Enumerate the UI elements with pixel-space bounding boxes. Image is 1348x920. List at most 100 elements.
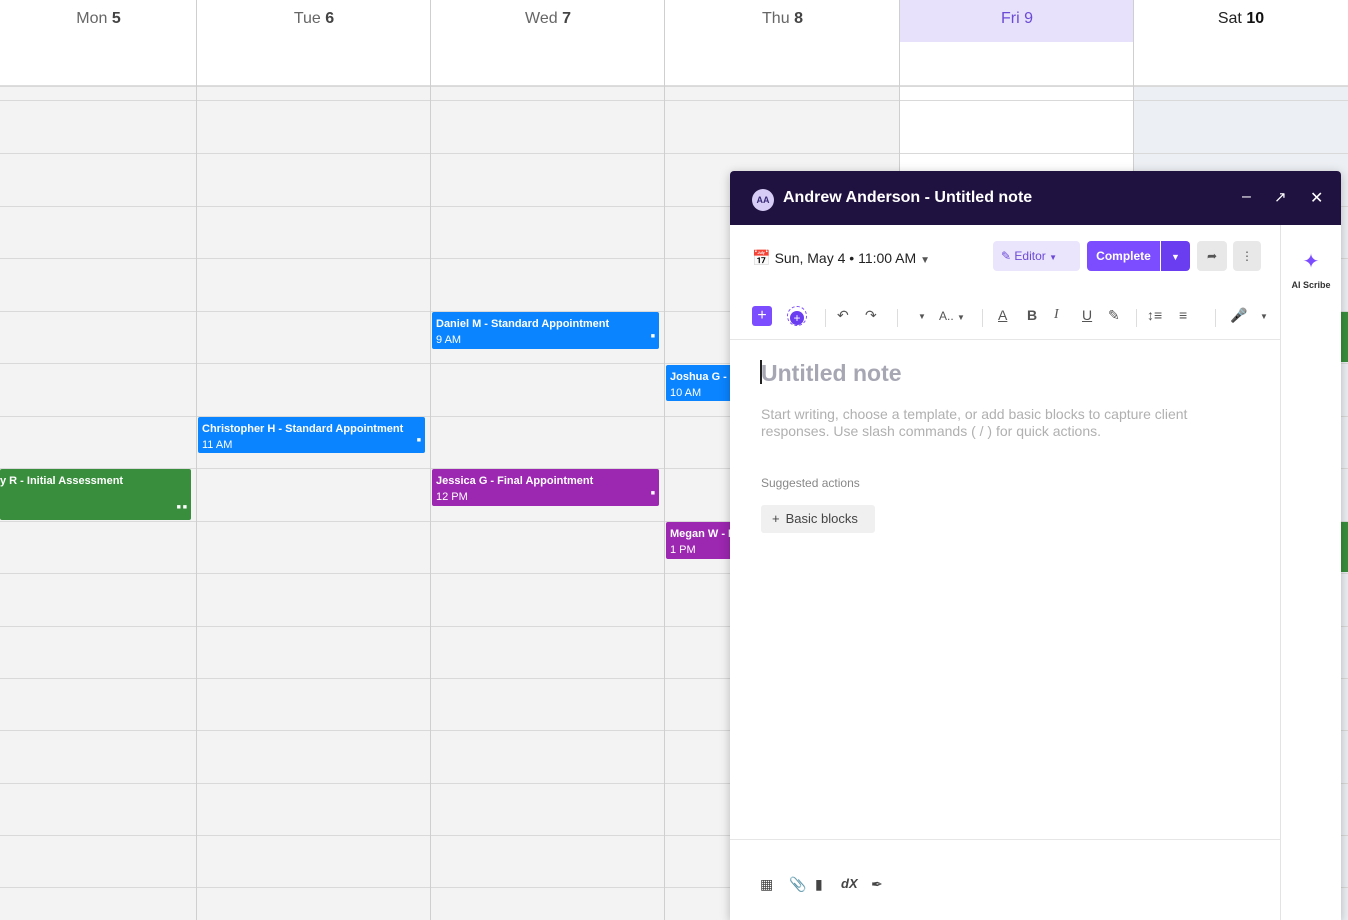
event-title: Joshua G - bbox=[670, 371, 727, 383]
toolbar-divider bbox=[897, 309, 898, 327]
microphone-icon[interactable]: 🎤 bbox=[1230, 307, 1247, 324]
event-time: 12 PM bbox=[436, 491, 468, 503]
day-header-thu[interactable]: Thu 8 bbox=[665, 0, 900, 86]
chevron-down-icon[interactable]: ▼ bbox=[1260, 312, 1268, 321]
event-title: y R - Initial Assessment bbox=[0, 475, 124, 487]
chevron-down-icon: ▼ bbox=[1049, 253, 1058, 262]
event-title: Daniel M - Standard Appointment bbox=[436, 318, 610, 330]
more-options-button[interactable]: ⋮ bbox=[1233, 241, 1261, 271]
suggested-actions-label: Suggested actions bbox=[761, 476, 860, 490]
calendar-icon: 📅 bbox=[752, 250, 771, 267]
complete-button[interactable]: Complete bbox=[1087, 241, 1160, 271]
right-sidebar: ✦ AI Scribe bbox=[1281, 225, 1341, 920]
event-edge-strip[interactable] bbox=[1341, 522, 1348, 572]
column-divider bbox=[664, 0, 665, 920]
toolbar-divider bbox=[982, 309, 983, 327]
add-circle-icon[interactable]: + bbox=[787, 306, 807, 326]
sparkle-icon: ✦ bbox=[1302, 251, 1320, 273]
editor-mode-button[interactable]: ✎ Editor ▼ bbox=[993, 241, 1080, 271]
note-footer-toolbar: ▦ 📎 ▮ dX ✒ bbox=[730, 839, 1280, 920]
note-editor-area: 📅 Sun, May 4 • 11:00 AM ▼ ✎ Editor ▼ Com… bbox=[730, 225, 1281, 920]
editor-hint: Start writing, choose a template, or add… bbox=[761, 406, 1188, 439]
diagnosis-icon[interactable]: dX bbox=[841, 876, 858, 891]
column-divider bbox=[430, 0, 431, 920]
column-divider bbox=[196, 0, 197, 920]
day-name: Wed bbox=[525, 10, 558, 27]
event-edge-strip[interactable] bbox=[1341, 312, 1348, 362]
align-icon[interactable]: ≡ bbox=[1179, 307, 1187, 323]
minimize-icon[interactable]: – bbox=[1242, 188, 1251, 206]
day-header-fri[interactable]: Fri 9 bbox=[900, 0, 1134, 86]
close-icon[interactable]: ✕ bbox=[1310, 188, 1323, 208]
basic-blocks-label: Basic blocks bbox=[785, 511, 858, 526]
day-header-sat[interactable]: Sat 10 bbox=[1134, 0, 1348, 86]
note-panel: AA Andrew Anderson - Untitled note – ↗ ✕… bbox=[730, 171, 1341, 920]
event-joshua-g[interactable]: Joshua G - 10 AM bbox=[666, 365, 732, 401]
font-size-label: A.. bbox=[939, 309, 954, 323]
font-size-dropdown[interactable]: A.. ▼ bbox=[939, 309, 965, 323]
event-time: 11 AM bbox=[202, 439, 233, 451]
more-vertical-icon: ⋮ bbox=[1241, 249, 1253, 263]
note-icon: ■ bbox=[650, 490, 655, 497]
date-text: Sun, May 4 • 11:00 AM bbox=[774, 250, 917, 266]
event-title: Megan W - I bbox=[670, 528, 732, 540]
day-name: Tue bbox=[293, 10, 321, 27]
day-header-tue[interactable]: Tue 6 bbox=[197, 0, 431, 86]
day-number: 5 bbox=[111, 10, 121, 27]
day-name: Fri bbox=[1000, 10, 1020, 27]
line-spacing-icon[interactable]: ↕≡ bbox=[1147, 307, 1162, 323]
document-icon[interactable]: ▦ bbox=[760, 876, 773, 893]
day-number: 7 bbox=[562, 10, 571, 27]
undo-icon[interactable]: ↶ bbox=[837, 307, 849, 324]
add-block-icon[interactable]: + bbox=[752, 306, 772, 326]
toolbar-divider bbox=[825, 309, 826, 327]
hour-gridline bbox=[0, 153, 1348, 154]
italic-icon[interactable]: I bbox=[1054, 307, 1059, 323]
ai-scribe-button[interactable]: ✦ AI Scribe bbox=[1291, 249, 1331, 290]
note-icon: ■ bbox=[416, 437, 421, 444]
ai-scribe-label: AI Scribe bbox=[1291, 280, 1331, 290]
event-megan-w[interactable]: Megan W - I 1 PM bbox=[666, 522, 732, 559]
note-title-bar[interactable]: AA Andrew Anderson - Untitled note – ↗ ✕ bbox=[730, 171, 1341, 225]
underline-icon[interactable]: U bbox=[1082, 307, 1092, 323]
note-title-input[interactable]: Untitled note bbox=[761, 360, 902, 387]
day-number: 8 bbox=[794, 10, 803, 27]
day-number: 9 bbox=[1024, 10, 1033, 27]
chevron-down-icon[interactable]: ▼ bbox=[918, 312, 926, 321]
formatting-toolbar: + + ↶ ↷ ▼ A.. ▼ A B I U ✎ ↕≡ ≡ 🎤 ▼ bbox=[730, 295, 1280, 340]
hour-gridline bbox=[0, 86, 1348, 87]
toolbar-divider bbox=[1215, 309, 1216, 327]
day-header-wed[interactable]: Wed 7 bbox=[431, 0, 665, 86]
signature-icon[interactable]: ✒ bbox=[871, 876, 883, 893]
basic-blocks-button[interactable]: + Basic blocks bbox=[761, 505, 875, 533]
expand-icon[interactable]: ↗ bbox=[1274, 188, 1287, 206]
event-time: 10 AM bbox=[670, 387, 702, 399]
text-color-icon[interactable]: A bbox=[998, 307, 1007, 323]
event-title: Christopher H - Standard Appointment bbox=[202, 423, 404, 435]
hour-gridline bbox=[0, 100, 1348, 101]
day-header-mon[interactable]: Mon 5 bbox=[0, 0, 197, 86]
highlight-icon[interactable]: ✎ bbox=[1108, 307, 1120, 324]
event-time: 1 PM bbox=[670, 544, 696, 556]
attachment-icon[interactable]: 📎 bbox=[789, 876, 806, 893]
event-jessica-g[interactable]: Jessica G - Final Appointment 12 PM ■ bbox=[432, 469, 659, 506]
plus-icon: + bbox=[772, 511, 780, 526]
note-icon: ■ bbox=[650, 333, 655, 340]
complete-dropdown-button[interactable]: ▼ bbox=[1161, 241, 1190, 271]
day-name: Sat bbox=[1217, 10, 1242, 27]
avatar: AA bbox=[752, 189, 774, 211]
share-button[interactable]: ➦ bbox=[1197, 241, 1227, 271]
pencil-icon: ✎ bbox=[1001, 249, 1012, 263]
tag-icon[interactable]: ▮ bbox=[815, 876, 823, 893]
note-title: Andrew Anderson - Untitled note bbox=[783, 189, 1033, 206]
note-icon: ■ ■ bbox=[176, 504, 187, 511]
bold-icon[interactable]: B bbox=[1027, 307, 1037, 323]
editor-label: Editor bbox=[1014, 249, 1046, 263]
event-initial-assessment[interactable]: y R - Initial Assessment ■ ■ bbox=[0, 469, 191, 520]
event-daniel-m[interactable]: Daniel M - Standard Appointment 9 AM ■ bbox=[432, 312, 659, 349]
date-picker[interactable]: 📅 Sun, May 4 • 11:00 AM ▼ bbox=[752, 243, 930, 273]
event-christopher-h[interactable]: Christopher H - Standard Appointment 11 … bbox=[198, 417, 425, 453]
share-icon: ➦ bbox=[1206, 249, 1218, 263]
redo-icon[interactable]: ↷ bbox=[865, 307, 877, 324]
day-name: Thu bbox=[762, 10, 790, 27]
